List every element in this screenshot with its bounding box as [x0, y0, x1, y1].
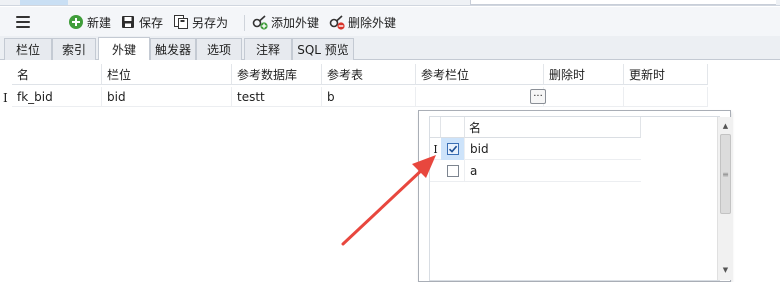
toolbar-separator [244, 15, 245, 31]
column-header-ref-table[interactable]: 参考表 [322, 64, 416, 85]
list-item-label: a [470, 164, 478, 178]
cell-field[interactable]: bid [102, 87, 232, 107]
save-as-button[interactable]: 另存为 [173, 13, 228, 31]
save-label: 保存 [139, 15, 164, 30]
column-header-field[interactable]: 栏位 [102, 64, 232, 85]
checkbox-bid[interactable] [446, 143, 459, 155]
tab-fields[interactable]: 栏位 [4, 38, 52, 60]
list-indicator-header [430, 117, 441, 138]
title-bar [0, 0, 780, 6]
add-foreign-key-label: 添加外键 [271, 15, 320, 30]
column-header-ref-field[interactable]: 参考栏位 [416, 64, 544, 85]
ref-field-picker-button[interactable]: ··· [530, 89, 546, 104]
ref-field-picker-popup: 名 I bid a ▲ ≡ ▼ [418, 110, 733, 282]
cell-ref-table[interactable]: b [322, 87, 416, 107]
menu-icon[interactable] [12, 13, 34, 31]
delete-key-icon [329, 14, 345, 30]
add-foreign-key-button[interactable]: 添加外键 [252, 13, 319, 31]
tab-bar: 栏位 索引 外键 触发器 选项 注释 SQL 预览 [0, 36, 780, 60]
list-item-bid[interactable]: I bid [430, 138, 641, 160]
save-icon [120, 14, 136, 30]
cell-on-update[interactable] [624, 87, 708, 107]
delete-foreign-key-button[interactable]: 删除外键 [329, 13, 396, 31]
cell-ref-database[interactable]: testt [232, 87, 322, 107]
toolbar: 新建 保存 另存为 添加外键 删除外键 [0, 7, 780, 36]
row-cursor-icon: I [433, 142, 438, 156]
add-icon [68, 14, 84, 30]
add-key-icon [252, 14, 268, 30]
row-cursor-icon: I [3, 91, 8, 105]
title-input[interactable] [470, 0, 776, 5]
cell-ref-field[interactable] [416, 87, 544, 107]
tab-sql-preview[interactable]: SQL 预览 [292, 38, 354, 60]
tab-comments[interactable]: 注释 [244, 38, 292, 60]
scroll-down-icon[interactable]: ▼ [718, 263, 733, 277]
cell-name[interactable]: fk_bid [12, 87, 102, 107]
tab-indexes[interactable]: 索引 [52, 38, 96, 60]
column-header-on-update[interactable]: 更新时 [624, 64, 708, 85]
checkmark-icon [448, 145, 457, 153]
scroll-thumb[interactable]: ≡ [720, 134, 731, 214]
ref-field-list: 名 I bid a ▲ ≡ ▼ [429, 116, 733, 281]
checkbox-a[interactable] [446, 165, 459, 177]
delete-foreign-key-label: 删除外键 [348, 15, 397, 30]
column-header-on-delete[interactable]: 删除时 [544, 64, 624, 85]
column-header-ref-database[interactable]: 参考数据库 [232, 64, 322, 85]
cell-on-delete[interactable] [544, 87, 624, 107]
list-checkbox-header [441, 117, 465, 138]
column-header-name[interactable]: 名 [12, 64, 102, 85]
save-as-icon [173, 14, 189, 30]
tab-foreign-keys[interactable]: 外键 [98, 37, 150, 60]
save-as-label: 另存为 [192, 15, 229, 30]
tab-triggers[interactable]: 触发器 [150, 38, 196, 60]
list-name-header[interactable]: 名 [465, 117, 641, 138]
new-button[interactable]: 新建 [68, 13, 111, 31]
document-tab[interactable] [20, 0, 68, 5]
tab-options[interactable]: 选项 [196, 38, 242, 60]
scroll-up-icon[interactable]: ▲ [718, 119, 733, 133]
vertical-scrollbar[interactable]: ▲ ≡ ▼ [717, 117, 733, 280]
list-item-label: bid [470, 142, 489, 156]
new-label: 新建 [87, 15, 112, 30]
save-button[interactable]: 保存 [120, 13, 163, 31]
list-item-a[interactable]: a [430, 160, 641, 182]
